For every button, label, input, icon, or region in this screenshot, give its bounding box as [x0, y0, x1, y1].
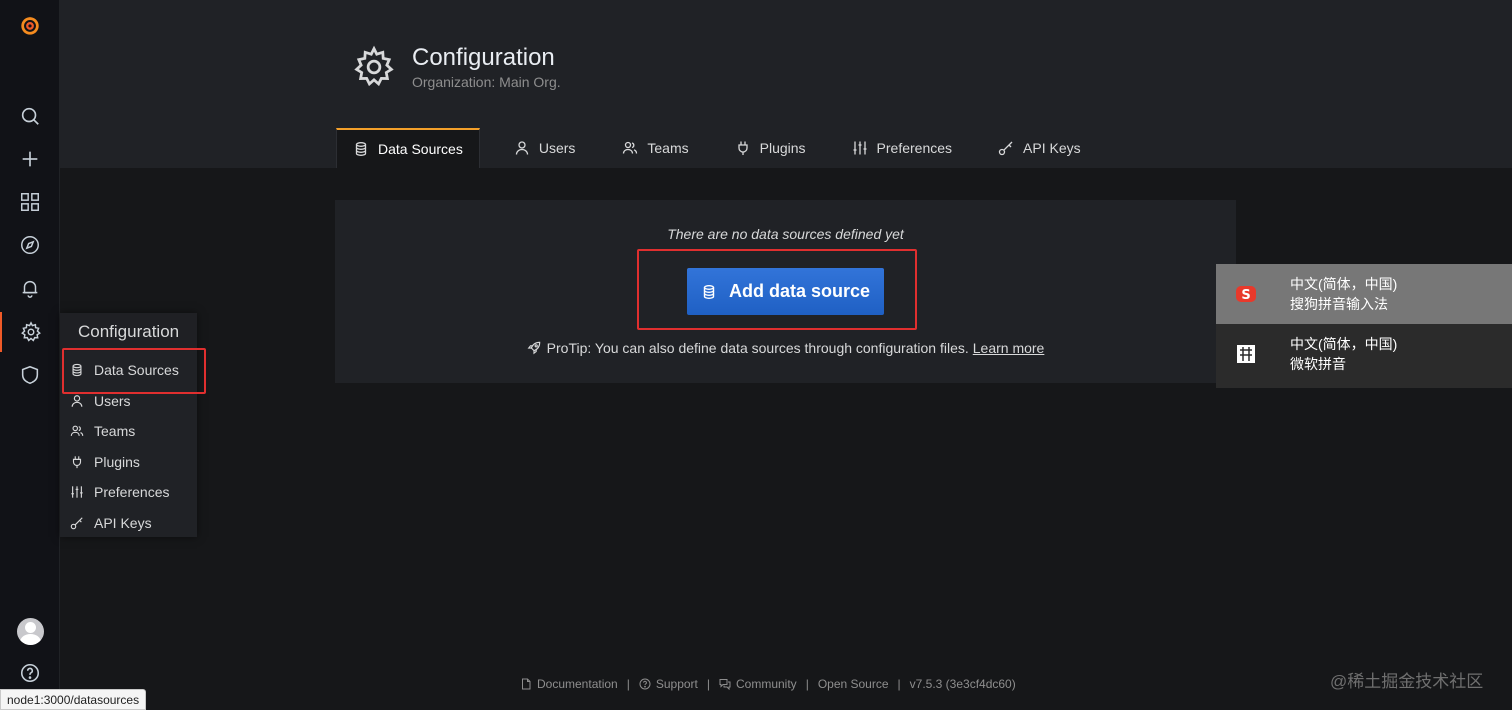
footer-link-documentation[interactable]: Documentation [520, 677, 618, 691]
gear-icon [354, 45, 394, 87]
empty-list-cta: There are no data sources defined yet Ad… [335, 200, 1236, 383]
avatar[interactable] [0, 611, 60, 651]
tab-label: Data Sources [378, 141, 463, 157]
tab-teams[interactable]: Teams [606, 128, 704, 168]
footer-separator: | [626, 677, 630, 691]
empty-message: There are no data sources defined yet [667, 226, 904, 242]
page-header: Configuration Organization: Main Org. Da… [60, 0, 1512, 168]
flyout-item-label: Plugins [94, 453, 140, 470]
sogou-icon: S [1216, 283, 1276, 305]
tab-plugins[interactable]: Plugins [719, 128, 822, 168]
footer-link-community[interactable]: Community [719, 677, 797, 691]
comments-icon [719, 679, 731, 690]
ime-item-sogou[interactable]: S 中文(简体，中国) 搜狗拼音输入法 [1216, 264, 1512, 324]
compass-icon[interactable] [0, 225, 60, 265]
flyout-item-label: Data Sources [94, 362, 179, 379]
version-label: v7.5.3 (3e3cf4dc60) [909, 677, 1016, 691]
footer-link-label: Support [655, 677, 698, 691]
tab-label: Plugins [759, 140, 806, 156]
flyout-item-label: API Keys [94, 514, 152, 531]
pinyin-icon [1216, 343, 1276, 365]
tab-label: Preferences [876, 140, 953, 156]
tab-data-sources[interactable]: Data Sources [336, 128, 480, 168]
search-icon[interactable] [0, 96, 60, 136]
ime-item-microsoft-pinyin[interactable]: 中文(简体，中国) 微软拼音 [1216, 324, 1512, 384]
rocket-icon [527, 341, 540, 355]
footer-version: v7.5.3 (3e3cf4dc60) [910, 677, 1016, 691]
gear-icon[interactable] [0, 312, 60, 352]
configuration-flyout-menu: Configuration Data Sources Users Teams P… [60, 313, 197, 537]
page-title: Configuration [412, 44, 555, 71]
ime-method: 搜狗拼音输入法 [1290, 296, 1388, 312]
add-data-source-button[interactable]: Add data source [687, 268, 884, 315]
flyout-item-plugins[interactable]: Plugins [60, 447, 197, 478]
database-icon [703, 284, 715, 299]
learn-more-link[interactable]: Learn more [973, 340, 1045, 356]
footer-link-open-source[interactable]: Open Source [818, 677, 889, 691]
shield-icon[interactable] [0, 355, 60, 395]
plug-icon [737, 141, 748, 155]
tab-label: Users [538, 140, 576, 156]
protip: ProTip: You can also define data sources… [335, 340, 1236, 356]
flyout-item-label: Teams [94, 423, 136, 440]
users-icon [70, 425, 84, 437]
page-subtitle: Organization: Main Org. [412, 74, 561, 90]
dashboards-grid-icon[interactable] [0, 182, 60, 222]
tab-label: Teams [647, 140, 689, 156]
flyout-item-label: Users [94, 392, 131, 409]
footer: Documentation | Support | Community | Op… [520, 677, 1016, 691]
footer-link-support[interactable]: Support [639, 677, 698, 691]
bell-icon[interactable] [0, 268, 60, 308]
flyout-item-label: Preferences [94, 484, 170, 501]
flyout-item-api-keys[interactable]: API Keys [60, 508, 197, 539]
help-icon[interactable] [0, 653, 60, 693]
grafana-logo-icon[interactable] [0, 5, 60, 45]
database-icon [355, 142, 367, 156]
flyout-item-data-sources[interactable]: Data Sources [60, 355, 197, 386]
plug-icon [72, 456, 82, 468]
footer-separator: | [897, 677, 901, 691]
sliders-icon [71, 486, 83, 498]
footer-separator: | [706, 677, 710, 691]
user-icon [71, 394, 83, 407]
ime-method: 微软拼音 [1290, 356, 1346, 372]
status-bar-url: node1:3000/datasources [0, 689, 147, 710]
watermark: @稀土掘金技术社区 [1330, 672, 1484, 691]
plus-icon[interactable] [0, 139, 60, 179]
footer-link-label: Open Source [817, 677, 889, 691]
sidemenu [0, 0, 60, 710]
footer-link-label: Community [736, 677, 797, 691]
footer-separator: | [805, 677, 809, 691]
ime-language: 中文(简体，中国) [1290, 336, 1398, 352]
document-icon [522, 678, 531, 690]
key-icon [70, 517, 83, 530]
question-circle-icon [639, 678, 651, 690]
sliders-icon [853, 141, 867, 155]
flyout-item-preferences[interactable]: Preferences [60, 477, 197, 508]
protip-text: ProTip: You can also define data sources… [546, 340, 969, 356]
footer-link-label: Documentation [537, 677, 618, 691]
key-icon [998, 141, 1013, 156]
ime-switcher-popup: S 中文(简体，中国) 搜狗拼音输入法 中文(简体，中国) 微软拼音 [1216, 264, 1512, 388]
tab-preferences[interactable]: Preferences [836, 128, 968, 168]
flyout-item-users[interactable]: Users [60, 386, 197, 417]
header-title-block: Configuration Organization: Main Org. [352, 44, 561, 90]
flyout-title[interactable]: Configuration [60, 313, 197, 351]
ime-language: 中文(简体，中国) [1290, 276, 1398, 292]
add-button-label: Add data source [728, 281, 871, 301]
tab-users[interactable]: Users [498, 128, 592, 168]
svg-text:S: S [1241, 288, 1250, 303]
tab-label: API Keys [1023, 140, 1081, 156]
tab-api-keys[interactable]: API Keys [982, 128, 1097, 168]
users-icon [623, 141, 638, 154]
flyout-item-teams[interactable]: Teams [60, 416, 197, 447]
database-icon [72, 364, 82, 377]
user-icon [515, 141, 528, 155]
tab-bar: Data Sources Users Teams Plugins Prefere… [336, 128, 1097, 168]
